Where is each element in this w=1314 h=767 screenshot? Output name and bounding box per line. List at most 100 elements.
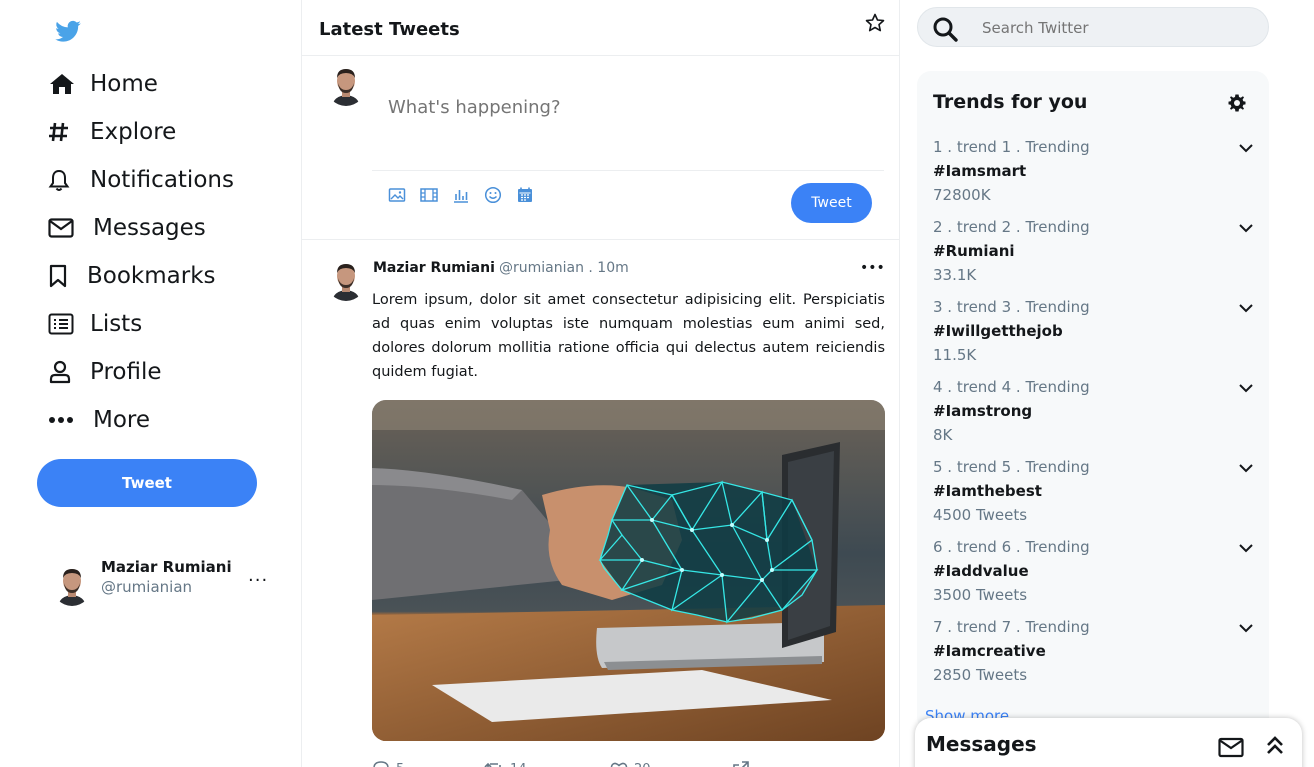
more-dots-icon[interactable]: ··· bbox=[248, 570, 268, 591]
chevron-down-icon[interactable] bbox=[1238, 620, 1254, 636]
nav-bookmarks[interactable]: Bookmarks bbox=[48, 256, 216, 296]
compose-input[interactable] bbox=[388, 92, 868, 122]
sidebar-tweet-button[interactable]: Tweet bbox=[37, 459, 257, 507]
avatar bbox=[52, 564, 92, 606]
retweet-action[interactable]: 14 bbox=[484, 760, 527, 767]
chevron-down-icon[interactable] bbox=[1238, 220, 1254, 236]
divider bbox=[372, 170, 884, 171]
trend-hashtag[interactable]: #Iamcreative bbox=[933, 642, 1046, 660]
tweet-image[interactable] bbox=[372, 400, 885, 741]
nav-profile[interactable]: Profile bbox=[48, 352, 162, 392]
film-icon[interactable] bbox=[420, 186, 438, 204]
nav-notifications[interactable]: Notifications bbox=[48, 160, 234, 200]
search-input[interactable] bbox=[982, 16, 1252, 40]
trend-item[interactable]: 1 . trend 1 . Trending #Iamsmart 72800K bbox=[933, 138, 1253, 218]
tweet-actions: 5 14 20 bbox=[372, 756, 885, 767]
trend-meta: 5 . trend 5 . Trending bbox=[933, 458, 1090, 476]
nav-label-home: Home bbox=[90, 71, 158, 97]
chevron-double-up-icon[interactable] bbox=[1264, 734, 1286, 756]
nav-home[interactable]: Home bbox=[48, 64, 158, 104]
emoji-icon[interactable] bbox=[484, 186, 502, 204]
profile-handle: @rumianian bbox=[101, 578, 193, 596]
like-count: 20 bbox=[634, 762, 651, 767]
timeline-header: Latest Tweets bbox=[302, 0, 900, 56]
retweet-count: 14 bbox=[510, 762, 527, 767]
search-icon bbox=[933, 17, 958, 42]
poll-icon[interactable] bbox=[452, 186, 470, 204]
comment-icon bbox=[373, 761, 389, 767]
nav-label-explore: Explore bbox=[90, 119, 177, 145]
trend-meta: 7 . trend 7 . Trending bbox=[933, 618, 1090, 636]
chevron-down-icon[interactable] bbox=[1238, 140, 1254, 156]
main-timeline: Latest Tweets What's happening? Tweet Ma… bbox=[302, 0, 900, 767]
account-switcher[interactable]: Maziar Rumiani @rumianian ··· bbox=[50, 556, 280, 616]
gear-icon[interactable] bbox=[1228, 94, 1246, 112]
trend-meta: 1 . trend 1 . Trending bbox=[933, 138, 1090, 156]
chevron-down-icon[interactable] bbox=[1238, 380, 1254, 396]
nav-label-more: More bbox=[93, 407, 151, 433]
chevron-down-icon[interactable] bbox=[1238, 540, 1254, 556]
home-icon bbox=[48, 70, 76, 98]
calendar-icon[interactable] bbox=[516, 186, 534, 204]
envelope-icon bbox=[48, 214, 74, 242]
reply-action[interactable]: 5 bbox=[372, 760, 404, 767]
share-icon bbox=[733, 761, 749, 767]
messages-dock[interactable]: Messages bbox=[915, 718, 1302, 767]
trend-hashtag[interactable]: #Rumiani bbox=[933, 242, 1015, 260]
trend-count: 3500 Tweets bbox=[933, 586, 1028, 604]
tweet-author-name[interactable]: Maziar Rumiani bbox=[373, 260, 495, 276]
chevron-down-icon[interactable] bbox=[1238, 460, 1254, 476]
nav-label-lists: Lists bbox=[90, 311, 143, 337]
new-message-icon[interactable] bbox=[1218, 737, 1244, 759]
nav-messages[interactable]: Messages bbox=[48, 208, 206, 248]
trend-item[interactable]: 6 . trend 6 . Trending #Iaddvalue 3500 T… bbox=[933, 538, 1253, 618]
trend-count: 2850 Tweets bbox=[933, 666, 1028, 684]
trend-item[interactable]: 3 . trend 3 . Trending #Iwillgetthejob 1… bbox=[933, 298, 1253, 378]
nav-explore[interactable]: Explore bbox=[48, 112, 176, 152]
star-icon[interactable] bbox=[865, 13, 885, 33]
trend-item[interactable]: 4 . trend 4 . Trending #Iamstrong 8K bbox=[933, 378, 1253, 458]
chevron-down-icon[interactable] bbox=[1238, 300, 1254, 316]
messages-dock-title: Messages bbox=[926, 732, 1037, 756]
profile-name: Maziar Rumiani bbox=[101, 558, 232, 576]
trend-meta: 2 . trend 2 . Trending bbox=[933, 218, 1090, 236]
avatar[interactable] bbox=[326, 259, 366, 301]
compose-tweet-button[interactable]: Tweet bbox=[791, 183, 872, 223]
nav-label-messages: Messages bbox=[93, 215, 206, 241]
hashtag-icon bbox=[48, 118, 70, 146]
nav-lists[interactable]: Lists bbox=[48, 304, 142, 344]
bookmark-icon bbox=[48, 262, 68, 290]
image-icon[interactable] bbox=[388, 186, 406, 204]
more-dots-icon[interactable]: ••• bbox=[860, 260, 885, 276]
trend-hashtag[interactable]: #Iwillgetthejob bbox=[933, 322, 1063, 340]
trend-hashtag[interactable]: #Iamthebest bbox=[933, 482, 1042, 500]
trend-hashtag[interactable]: #Iaddvalue bbox=[933, 562, 1029, 580]
nav-label-profile: Profile bbox=[90, 359, 162, 385]
heart-icon bbox=[610, 762, 628, 767]
trend-item[interactable]: 5 . trend 5 . Trending #Iamthebest 4500 … bbox=[933, 458, 1253, 538]
twitter-bird-icon[interactable] bbox=[52, 18, 84, 46]
trend-meta: 3 . trend 3 . Trending bbox=[933, 298, 1090, 316]
trend-item[interactable]: 7 . trend 7 . Trending #Iamcreative 2850… bbox=[933, 618, 1253, 698]
trends-panel: Trends for you 1 . trend 1 . Trending #I… bbox=[917, 71, 1269, 731]
retweet-icon bbox=[484, 762, 501, 767]
like-action[interactable]: 20 bbox=[610, 760, 651, 767]
tweet-card[interactable]: Maziar Rumiani @rumianian . 10m ••• Lore… bbox=[302, 240, 900, 767]
nav-more[interactable]: More bbox=[48, 400, 150, 440]
trend-count: 11.5K bbox=[933, 346, 977, 364]
trend-count: 33.1K bbox=[933, 266, 977, 284]
list-icon bbox=[48, 310, 74, 338]
nav-label-bookmarks: Bookmarks bbox=[87, 263, 216, 289]
tweet-text: Lorem ipsum, dolor sit amet consectetur … bbox=[372, 292, 885, 380]
avatar bbox=[326, 64, 366, 106]
trend-hashtag[interactable]: #Iamsmart bbox=[933, 162, 1026, 180]
trend-meta: 4 . trend 4 . Trending bbox=[933, 378, 1090, 396]
trends-title: Trends for you bbox=[933, 91, 1088, 113]
tweet-handle-time: @rumianian . 10m bbox=[499, 260, 629, 276]
trend-item[interactable]: 2 . trend 2 . Trending #Rumiani 33.1K bbox=[933, 218, 1253, 298]
share-action[interactable] bbox=[732, 760, 756, 767]
trend-count: 72800K bbox=[933, 186, 991, 204]
trend-hashtag[interactable]: #Iamstrong bbox=[933, 402, 1032, 420]
nav-label-notifications: Notifications bbox=[90, 167, 234, 193]
search-bar[interactable] bbox=[917, 7, 1269, 47]
